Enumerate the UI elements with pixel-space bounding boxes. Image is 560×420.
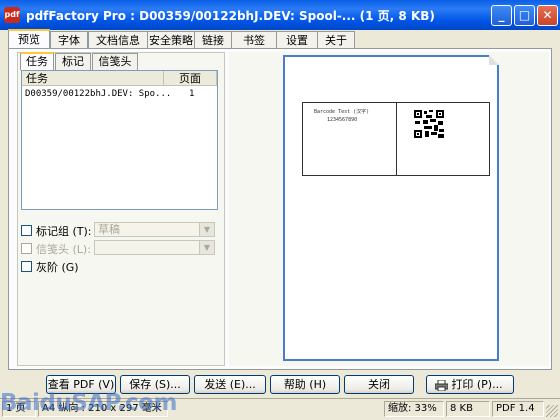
pdf-app-icon[interactable]: pdf [4,7,20,23]
maximize-button[interactable]: □ [514,5,535,26]
watermark-text: BaiduSAP.com [0,390,177,416]
subtab-jobs[interactable]: 任务 [20,52,54,70]
job-name: D00359/00122bhJ.DEV: Spo... [25,89,172,99]
printer-icon [434,379,449,392]
status-size: 8 KB [446,401,490,417]
mark-group-label: 标记组 (T): [36,225,92,238]
send-button[interactable]: 发送 (E)... [194,375,266,394]
barcode-title: Barcode Test (汉字) [314,109,370,115]
letterhead-select[interactable]: ▼ [94,240,215,255]
job-pages: 1 [189,89,195,99]
close-window-button[interactable]: ✕ [537,5,558,26]
chevron-down-icon[interactable]: ▼ [199,223,214,236]
mark-group-checkbox[interactable] [21,225,32,236]
help-button[interactable]: 帮助 (H) [270,375,340,394]
tab-doc-info[interactable]: 文档信息 [88,31,148,49]
qr-code-icon [414,110,444,138]
status-zoom: 缩放: 33% [384,401,444,417]
page-fold-corner [489,55,499,65]
mark-group-value: 草稿 [98,223,120,236]
mark-group-select[interactable]: 草稿 ▼ [94,222,215,237]
grayscale-label: 灰阶 (G) [36,261,79,274]
subtab-letterhead[interactable]: 信笺头 [92,53,138,70]
barcode-number: 1234567890 [327,117,358,123]
label-divider [396,102,397,176]
job-list[interactable]: 任务 页面 D00359/00122bhJ.DEV: Spo... 1 [21,70,218,210]
resize-grip-icon[interactable] [546,405,558,417]
grayscale-checkbox[interactable] [21,261,32,272]
print-label: 打印 (P)... [451,378,503,391]
tab-security[interactable]: 安全策略 [147,31,195,49]
job-row[interactable]: D00359/00122bhJ.DEV: Spo... 1 [25,88,215,101]
tab-links[interactable]: 链接 [194,31,232,49]
minimize-button[interactable]: _ [491,5,512,26]
tab-bookmarks[interactable]: 书签 [231,31,277,49]
tab-about[interactable]: 关于 [317,31,355,49]
preview-page[interactable] [283,55,499,361]
tab-settings[interactable]: 设置 [276,31,318,49]
status-pdf-version: PDF 1.4 [492,401,544,417]
chevron-down-icon[interactable]: ▼ [199,241,214,254]
close-button[interactable]: 关闭 [344,375,414,394]
subtab-marks[interactable]: 标记 [55,53,91,70]
letterhead-label: 信笺头 (L): [36,243,91,256]
title-bar: pdf pdfFactory Pro : D00359/00122bhJ.DEV… [0,0,560,30]
tab-fonts[interactable]: 字体 [50,31,88,49]
window-title: pdfFactory Pro : D00359/00122bhJ.DEV: Sp… [26,9,435,23]
letterhead-checkbox[interactable] [21,243,32,254]
print-button[interactable]: 打印 (P)... [426,375,514,394]
column-header-job[interactable]: 任务 [22,71,164,86]
column-header-pages[interactable]: 页面 [164,71,217,86]
